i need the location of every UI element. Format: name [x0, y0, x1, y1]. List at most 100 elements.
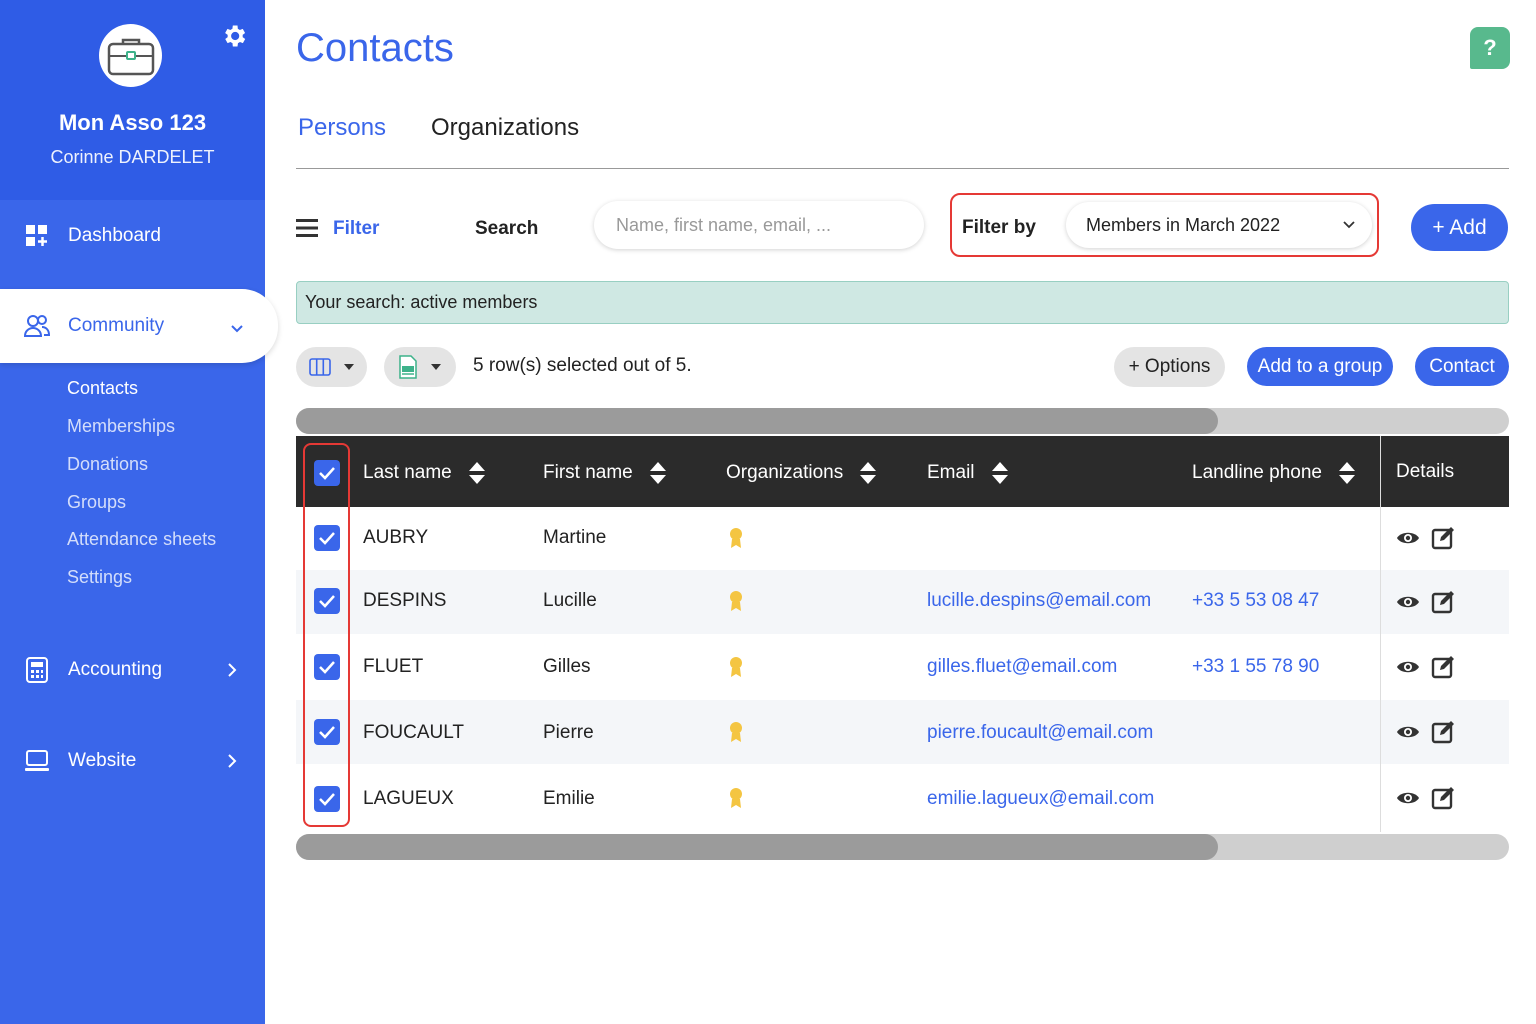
selection-status: 5 row(s) selected out of 5. — [473, 355, 692, 376]
nav-community[interactable]: Community — [0, 289, 278, 363]
horizontal-scrollbar-top[interactable] — [296, 408, 1509, 434]
cell-email[interactable]: gilles.fluet@email.com — [927, 656, 1117, 678]
nav-community-label: Community — [68, 315, 165, 336]
columns-button[interactable] — [296, 347, 367, 387]
table-row[interactable] — [296, 507, 1509, 571]
edit-icon[interactable] — [1431, 655, 1455, 679]
cell-email[interactable]: emilie.lagueux@email.com — [927, 788, 1154, 810]
column-email[interactable]: Email — [927, 461, 1009, 485]
table-row[interactable] — [296, 635, 1509, 699]
cell-first-name: Gilles — [543, 656, 591, 677]
cell-first-name: Pierre — [543, 722, 594, 743]
help-button[interactable]: ? — [1470, 27, 1510, 69]
filter-by-select[interactable]: Members in March 2022 — [1066, 202, 1372, 248]
nav-dashboard-label: Dashboard — [68, 225, 161, 246]
xls-icon — [399, 355, 417, 379]
sidebar-item-attendance-sheets[interactable]: Attendance sheets — [67, 529, 216, 550]
cell-last-name: AUBRY — [363, 527, 429, 548]
medal-icon — [730, 528, 742, 548]
medal-icon — [730, 722, 742, 742]
search-label: Search — [475, 218, 539, 239]
nav-dashboard[interactable]: Dashboard — [0, 206, 265, 266]
nav-website[interactable]: Website — [0, 731, 265, 791]
column-organizations-label: Organizations — [726, 462, 844, 483]
dashboard-icon — [24, 223, 50, 249]
sidebar-item-groups[interactable]: Groups — [67, 492, 126, 513]
column-first-name-label: First name — [543, 462, 633, 483]
table-row[interactable] — [296, 766, 1509, 830]
column-landline-phone[interactable]: Landline phone — [1192, 461, 1356, 485]
sort-icon[interactable] — [991, 461, 1009, 485]
eye-icon[interactable] — [1396, 724, 1420, 740]
add-button[interactable]: + Add — [1411, 204, 1508, 251]
scrollbar-thumb[interactable] — [296, 834, 1218, 860]
sidebar: Mon Asso 123 Corinne DARDELET Dashboard … — [0, 0, 278, 1024]
cell-phone[interactable]: +33 5 53 08 47 — [1192, 590, 1319, 612]
column-first-name[interactable]: First name — [543, 461, 667, 485]
table-row[interactable] — [296, 570, 1509, 634]
sidebar-item-memberships[interactable]: Memberships — [67, 416, 175, 437]
column-landline-phone-label: Landline phone — [1192, 462, 1322, 483]
filter-by-value: Members in March 2022 — [1086, 214, 1281, 235]
medal-icon — [730, 788, 742, 808]
eye-icon[interactable] — [1396, 659, 1420, 675]
sort-icon[interactable] — [859, 461, 877, 485]
chevron-right-icon — [228, 663, 237, 677]
nav-website-label: Website — [68, 750, 137, 771]
chevron-down-icon — [1343, 221, 1355, 229]
user-name: Corinne DARDELET — [50, 147, 215, 167]
eye-icon[interactable] — [1396, 790, 1420, 806]
gear-icon[interactable] — [220, 22, 248, 50]
cell-last-name: DESPINS — [363, 590, 447, 611]
cell-phone[interactable]: +33 1 55 78 90 — [1192, 656, 1319, 678]
eye-icon[interactable] — [1396, 530, 1420, 546]
org-logo[interactable] — [99, 24, 162, 87]
tab-organizations[interactable]: Organizations — [431, 114, 579, 142]
accounting-icon — [24, 657, 50, 683]
options-button[interactable]: + Options — [1114, 347, 1225, 387]
column-organizations[interactable]: Organizations — [726, 461, 877, 485]
menu-icon[interactable] — [296, 219, 318, 237]
tab-persons[interactable]: Persons — [298, 114, 386, 142]
cell-first-name: Emilie — [543, 788, 595, 809]
edit-icon[interactable] — [1431, 786, 1455, 810]
search-input[interactable] — [594, 201, 924, 249]
table-row[interactable] — [296, 700, 1509, 764]
website-icon — [24, 748, 50, 774]
tabs-divider — [296, 168, 1509, 169]
nav-accounting[interactable]: Accounting — [0, 640, 265, 700]
sidebar-item-settings[interactable]: Settings — [67, 567, 132, 588]
edit-icon[interactable] — [1431, 590, 1455, 614]
caret-down-icon — [431, 364, 441, 370]
briefcase-icon — [107, 38, 154, 75]
cell-email[interactable]: lucille.despins@email.com — [927, 590, 1151, 612]
edit-icon[interactable] — [1431, 526, 1455, 550]
sidebar-item-contacts[interactable]: Contacts — [67, 378, 138, 399]
filter-toggle[interactable]: Filter — [333, 218, 379, 240]
page-title: Contacts — [296, 26, 454, 70]
sort-icon[interactable] — [649, 461, 667, 485]
add-to-group-button[interactable]: Add to a group — [1247, 347, 1393, 386]
sort-icon[interactable] — [1338, 461, 1356, 485]
cell-email[interactable]: pierre.foucault@email.com — [927, 722, 1153, 744]
caret-down-icon — [343, 364, 354, 370]
cell-last-name: FLUET — [363, 656, 424, 677]
columns-icon — [308, 358, 331, 376]
contact-button[interactable]: Contact — [1415, 347, 1509, 386]
horizontal-scrollbar-bottom[interactable] — [296, 834, 1509, 860]
export-button[interactable] — [384, 347, 456, 387]
column-email-label: Email — [927, 462, 975, 483]
sidebar-item-donations[interactable]: Donations — [67, 454, 148, 475]
medal-icon — [730, 657, 742, 677]
column-last-name-label: Last name — [363, 462, 452, 483]
column-last-name[interactable]: Last name — [363, 461, 486, 485]
edit-icon[interactable] — [1431, 720, 1455, 744]
community-icon — [24, 313, 50, 339]
table-header: Last name First name Organizations Email… — [296, 436, 1509, 507]
search-summary-banner: Your search: active members — [296, 281, 1509, 324]
eye-icon[interactable] — [1396, 594, 1420, 610]
sort-icon[interactable] — [468, 461, 486, 485]
scrollbar-thumb[interactable] — [296, 408, 1218, 434]
cell-last-name: FOUCAULT — [363, 722, 464, 743]
column-details: Details — [1396, 461, 1454, 483]
